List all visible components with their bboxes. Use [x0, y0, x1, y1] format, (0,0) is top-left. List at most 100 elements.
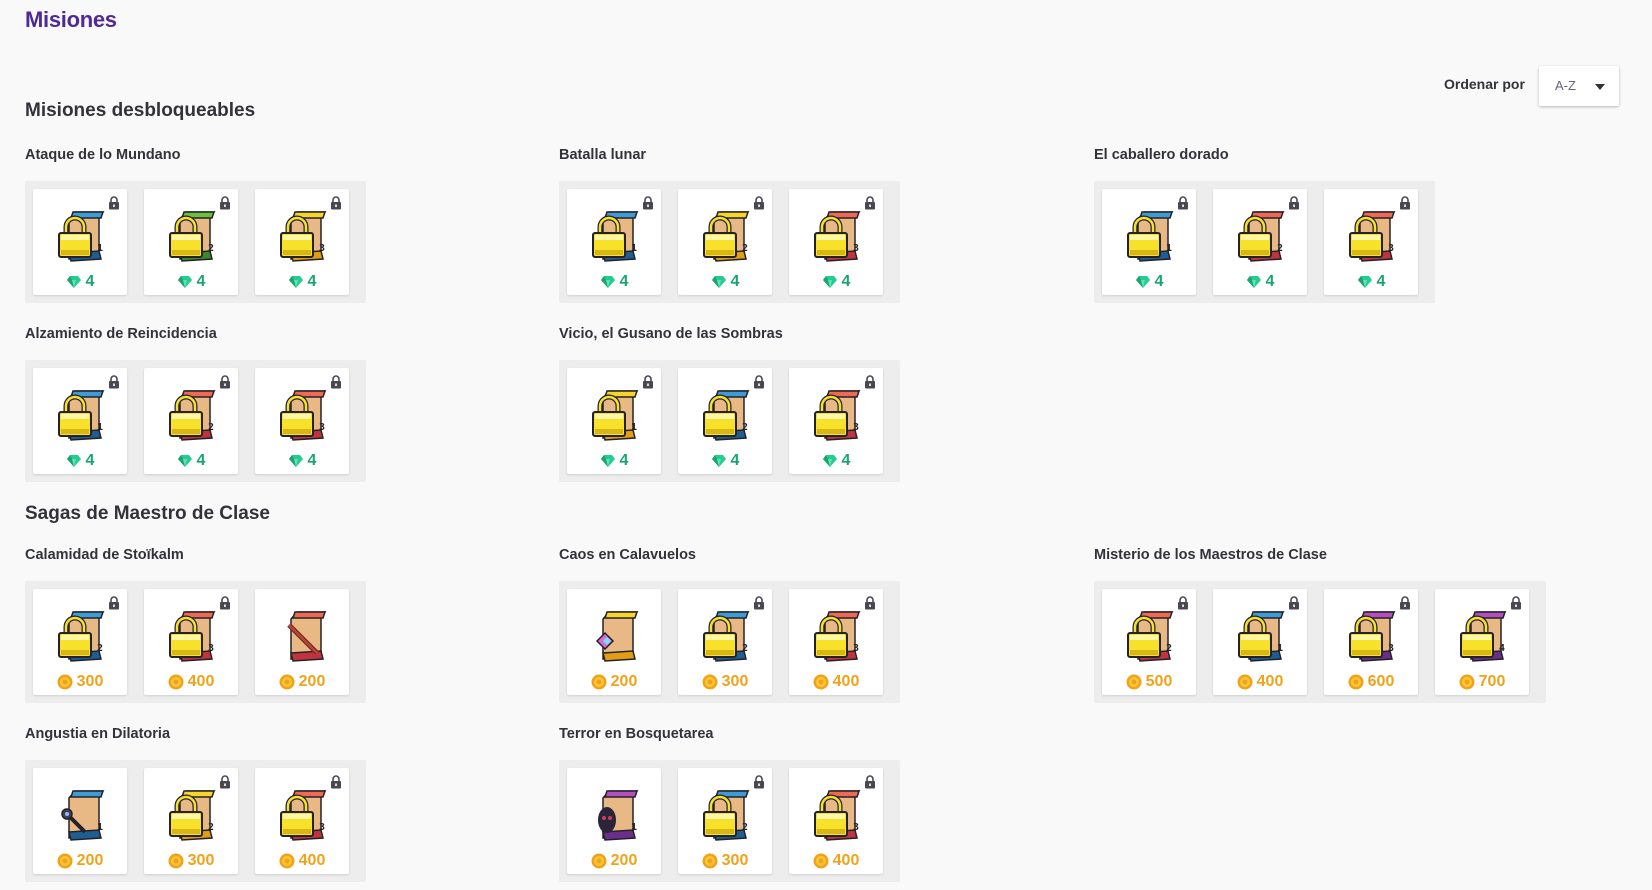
svg-text:3: 3 [853, 243, 859, 254]
lock-icon [754, 596, 764, 610]
quest-scroll-icon: 1 [592, 211, 639, 262]
price-value: 4 [196, 452, 206, 469]
quest-item-card[interactable]: 3 400 [789, 768, 883, 874]
lock-icon [865, 596, 875, 610]
price-value: 400 [832, 673, 860, 690]
svg-text:4: 4 [1499, 643, 1505, 654]
quest-item-card[interactable]: 2 500 [1102, 589, 1196, 695]
quest-group-title: Angustia en Dilatoria [25, 726, 171, 742]
gem-icon [288, 455, 303, 467]
quest-group-title: Ataque de lo Mundano [25, 147, 181, 163]
sort-dropdown[interactable]: A-Z [1539, 66, 1619, 106]
svg-text:2: 2 [742, 422, 748, 433]
quest-item-card[interactable]: 3 4 [789, 189, 883, 295]
quest-item-card[interactable]: 1 4 [567, 368, 661, 474]
quest-item-card[interactable]: 1 4 [33, 189, 127, 295]
quest-group-title: Calamidad de Stoïkalm [25, 547, 184, 563]
price-value: 400 [832, 852, 860, 869]
svg-text:3: 3 [208, 643, 214, 654]
quest-group: 1 4 2 4 3 4 [559, 360, 900, 482]
quest-scroll-icon: 3 [814, 790, 861, 841]
lock-icon [754, 775, 764, 789]
quest-item-card[interactable]: 1 4 [33, 368, 127, 474]
price-value: 300 [721, 852, 749, 869]
quest-price: 4 [678, 273, 772, 291]
quest-price: 200 [255, 673, 349, 691]
quest-group: 1 4 2 4 3 4 [25, 360, 366, 482]
price-value: 4 [1265, 273, 1275, 290]
svg-text:1: 1 [631, 822, 637, 833]
quest-item-card[interactable]: 2 4 [144, 189, 238, 295]
quest-item-card[interactable]: 3 400 [255, 768, 349, 874]
quest-scroll-icon: 1 [61, 790, 105, 841]
price-value: 200 [76, 852, 104, 869]
quest-item-card[interactable]: 2 4 [144, 368, 238, 474]
quest-item-card[interactable]: 4 700 [1435, 589, 1529, 695]
quest-price: 300 [678, 673, 772, 691]
quest-item-card[interactable]: 200 [255, 589, 349, 695]
caret-down-icon [1595, 84, 1605, 90]
price-value: 4 [85, 452, 95, 469]
price-value: 600 [1367, 673, 1395, 690]
lock-icon [865, 196, 875, 210]
quest-item-card[interactable]: 1 200 [567, 768, 661, 874]
section-title: Misiones desbloqueables [25, 100, 256, 121]
price-value: 4 [841, 273, 851, 290]
quest-item-card[interactable]: 2 4 [1213, 189, 1307, 295]
gold-coin-icon [1348, 674, 1364, 690]
lock-icon [643, 196, 653, 210]
quest-group-title: Caos en Calavuelos [559, 547, 696, 563]
price-value: 400 [187, 673, 215, 690]
lock-icon [754, 375, 764, 389]
quest-price: 4 [789, 452, 883, 470]
quest-price: 4 [678, 452, 772, 470]
svg-text:2: 2 [97, 643, 103, 654]
quest-scroll-icon: 3 [280, 390, 327, 441]
quest-item-card[interactable]: 3 4 [255, 189, 349, 295]
gold-coin-icon [591, 674, 607, 690]
svg-text:3: 3 [853, 422, 859, 433]
quest-group-title: Batalla lunar [559, 147, 647, 163]
price-value: 400 [298, 852, 326, 869]
quest-item-card[interactable]: 2 4 [678, 368, 772, 474]
lock-icon [220, 196, 230, 210]
price-value: 300 [721, 673, 749, 690]
price-value: 200 [298, 673, 326, 690]
price-value: 4 [196, 273, 206, 290]
quest-item-card[interactable]: 3 400 [789, 589, 883, 695]
quest-item-card[interactable]: 2 300 [678, 768, 772, 874]
quest-item-card[interactable]: 2 300 [678, 589, 772, 695]
quest-price: 300 [678, 852, 772, 870]
quest-price: 4 [567, 452, 661, 470]
quest-item-card[interactable]: 3 400 [144, 589, 238, 695]
quest-price: 500 [1102, 673, 1196, 691]
quest-group-title: Alzamiento de Reincidencia [25, 326, 217, 342]
quest-item-card[interactable]: 3 4 [255, 368, 349, 474]
quest-item-card[interactable]: 3 600 [1324, 589, 1418, 695]
quest-price: 200 [567, 673, 661, 691]
gem-icon [177, 455, 192, 467]
quest-scroll-icon: 3 [169, 611, 216, 662]
quest-item-card[interactable]: 3 4 [1324, 189, 1418, 295]
quest-item-card[interactable]: 1 400 [1213, 589, 1307, 695]
quest-item-card[interactable]: 2 300 [33, 589, 127, 695]
quest-item-card[interactable]: 1 200 [33, 768, 127, 874]
svg-text:2: 2 [208, 422, 214, 433]
price-value: 300 [187, 852, 215, 869]
sort-value: A-Z [1555, 78, 1576, 93]
quest-price: 4 [144, 273, 238, 291]
quest-item-card[interactable]: 200 [567, 589, 661, 695]
svg-text:3: 3 [853, 643, 859, 654]
quest-item-card[interactable]: 3 4 [789, 368, 883, 474]
lock-icon [331, 375, 341, 389]
quest-item-card[interactable]: 2 300 [144, 768, 238, 874]
svg-text:1: 1 [631, 422, 637, 433]
quest-item-card[interactable]: 1 4 [567, 189, 661, 295]
quest-item-card[interactable]: 2 4 [678, 189, 772, 295]
quest-group-title: Vicio, el Gusano de las Sombras [559, 326, 783, 342]
lock-icon [109, 596, 119, 610]
quest-item-card[interactable]: 1 4 [1102, 189, 1196, 295]
gem-icon [177, 276, 192, 288]
lock-icon [1178, 196, 1188, 210]
gold-coin-icon [591, 853, 607, 869]
